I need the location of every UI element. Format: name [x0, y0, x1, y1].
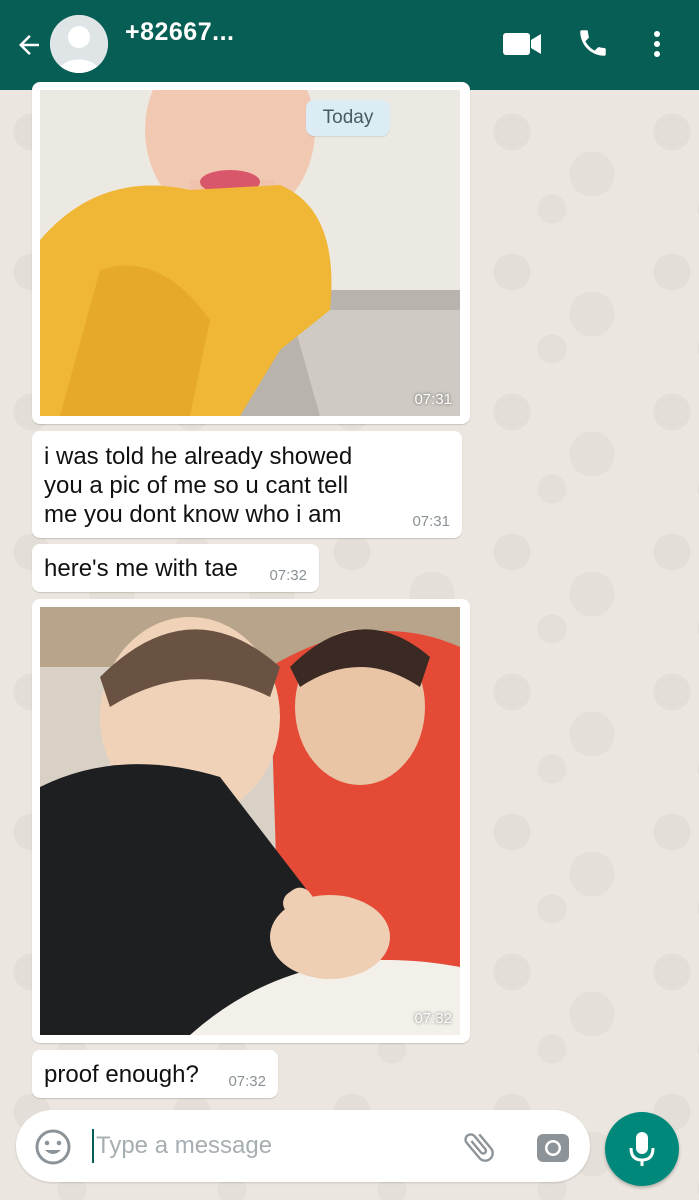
message-line: you a pic of me so u cant tell	[44, 472, 349, 499]
microphone-icon	[629, 1132, 655, 1166]
message-time: 07:31	[412, 513, 450, 530]
paperclip-icon[interactable]	[460, 1128, 498, 1166]
message-line: i was told he already showed	[44, 443, 353, 470]
selfie-photo-image	[40, 90, 460, 416]
video-camera-icon[interactable]	[502, 30, 542, 58]
message-time: 07:32	[414, 1010, 452, 1027]
microphone-button[interactable]	[605, 1112, 679, 1186]
text-message[interactable]: here's me with tae 07:32	[32, 544, 319, 592]
message-input[interactable]	[96, 1124, 436, 1168]
photo[interactable]: 07:31	[40, 90, 460, 416]
contact-name[interactable]: +82667...	[125, 18, 234, 47]
message-time: 07:31	[414, 391, 452, 408]
avatar[interactable]	[50, 15, 108, 73]
more-vertical-icon[interactable]	[645, 28, 669, 60]
text-message[interactable]: proof enough? 07:32	[32, 1050, 278, 1098]
message-text: i was told he already showed you a pic o…	[44, 442, 352, 529]
text-caret	[92, 1129, 94, 1163]
message-composer	[16, 1110, 590, 1182]
photo[interactable]: 07:32	[40, 607, 460, 1035]
two-people-photo-image	[40, 607, 460, 1035]
message-time: 07:32	[228, 1073, 266, 1090]
text-message[interactable]: i was told he already showed you a pic o…	[32, 431, 462, 538]
phone-icon[interactable]	[576, 26, 610, 60]
emoji-icon[interactable]	[34, 1128, 72, 1166]
message-text: here's me with tae	[44, 555, 239, 582]
camera-icon[interactable]	[534, 1128, 572, 1166]
chat-header: +82667...	[0, 0, 699, 90]
default-avatar-icon	[50, 15, 108, 73]
message-line: me you dont know who i am	[44, 501, 342, 528]
arrow-left-icon[interactable]	[14, 30, 44, 60]
message-time: 07:32	[269, 567, 307, 584]
image-message[interactable]: 07:32	[32, 599, 470, 1043]
image-message[interactable]: 07:31	[32, 82, 470, 424]
message-text: proof enough?	[44, 1061, 199, 1088]
date-chip: Today	[306, 100, 390, 136]
